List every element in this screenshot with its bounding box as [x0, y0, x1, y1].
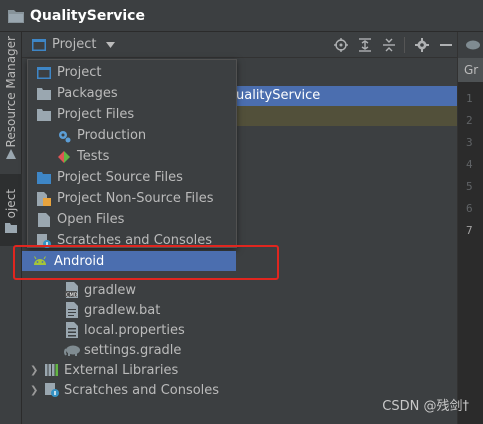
menu-item-scratches[interactable]: Scratches and Consoles	[28, 230, 236, 251]
menu-item-android[interactable]: Android	[22, 251, 236, 271]
menu-item-project-non-source-files[interactable]: Project Non-Source Files	[28, 188, 236, 209]
menu-item-label: Android	[54, 253, 105, 269]
script-file-icon: CMD	[64, 282, 80, 298]
expand-arrow-icon[interactable]: ❯	[30, 365, 40, 376]
view-selector[interactable]: Project	[32, 37, 116, 52]
editor-area: Gr 1 2 3 4 5 6 7	[457, 32, 483, 424]
scratches-icon	[44, 382, 60, 398]
tree-item-gradlew[interactable]: CMD gradlew	[64, 280, 136, 300]
scratches-icon	[36, 233, 52, 249]
editor-toolstrip	[458, 32, 483, 58]
editor-tab[interactable]: Gr	[458, 58, 483, 82]
line-number: 6	[466, 202, 473, 215]
window-titlebar: QualityService	[0, 0, 483, 32]
android-icon	[32, 253, 48, 269]
source-folder-icon	[36, 170, 52, 186]
production-gear-icon	[56, 128, 72, 144]
folder-icon	[36, 107, 52, 123]
line-number: 5	[466, 180, 473, 193]
properties-file-icon	[64, 322, 80, 338]
tree-item-label: local.properties	[84, 322, 185, 338]
gradle-elephant-icon	[64, 342, 80, 358]
line-number: 4	[466, 158, 473, 171]
window-title: QualityService	[30, 7, 145, 24]
resource-manager-icon	[0, 144, 22, 164]
menu-item-project-files[interactable]: Project Files	[28, 104, 236, 125]
tree-item-gradlew-bat[interactable]: gradlew.bat	[64, 300, 160, 320]
project-toolbar: Project	[22, 32, 457, 58]
view-dropdown-menu: Project Packages Project Files Productio…	[27, 59, 237, 248]
non-source-file-icon	[36, 191, 52, 207]
tree-item-external-libraries[interactable]: ❯ External Libraries	[30, 360, 178, 380]
expand-all-button[interactable]	[354, 34, 376, 56]
toolbar-separator	[404, 37, 405, 53]
gear-icon	[415, 38, 429, 52]
menu-item-label: Production	[77, 128, 147, 143]
menu-item-production[interactable]: Production	[28, 125, 236, 146]
locate-file-button[interactable]	[330, 34, 352, 56]
menu-item-label: Project Non-Source Files	[57, 191, 214, 206]
menu-item-project[interactable]: Project	[28, 62, 236, 83]
tree-item-settings-gradle[interactable]: settings.gradle	[64, 340, 181, 360]
tree-item-scratches[interactable]: ❯ Scratches and Consoles	[30, 380, 219, 400]
project-folder-icon	[8, 9, 24, 23]
left-tool-strip: Resource Manager Project	[0, 32, 22, 424]
packages-folder-icon	[36, 86, 52, 102]
minimize-icon	[440, 44, 452, 46]
view-selector-label: Project	[52, 37, 97, 52]
tree-item-label: settings.gradle	[84, 342, 182, 358]
tree-item-label: External Libraries	[64, 362, 179, 378]
project-view-icon	[36, 65, 52, 81]
collapse-all-icon	[383, 38, 395, 52]
crosshair-icon	[334, 38, 348, 52]
line-number: 1	[466, 92, 473, 105]
menu-item-label: Project	[57, 65, 102, 80]
menu-item-label: Tests	[77, 149, 110, 164]
collapse-all-button[interactable]	[378, 34, 400, 56]
open-files-icon	[36, 212, 52, 228]
tree-item-local-properties[interactable]: local.properties	[64, 320, 185, 340]
tab-resource-manager[interactable]: Resource Manager	[0, 36, 22, 148]
svg-text:CMD: CMD	[66, 293, 78, 299]
line-number-gutter: 1 2 3 4 5 6 7	[458, 88, 483, 242]
menu-item-label: Open Files	[57, 212, 125, 227]
line-number: 3	[466, 136, 473, 149]
line-number: 2	[466, 114, 473, 127]
menu-item-label: Packages	[57, 86, 118, 101]
gradle-elephant-icon	[466, 40, 480, 50]
menu-item-label: Scratches and Consoles	[57, 233, 213, 248]
expand-arrow-icon[interactable]: ❯	[30, 385, 40, 396]
menu-item-label: Project Source Files	[57, 170, 183, 185]
watermark: CSDN @残剑†	[382, 399, 469, 414]
menu-item-open-files[interactable]: Open Files	[28, 209, 236, 230]
line-number-current: 7	[466, 224, 473, 237]
tree-row-highlighted[interactable]	[234, 106, 457, 126]
tree-item-label: gradlew.bat	[84, 302, 161, 318]
menu-item-tests[interactable]: Tests	[28, 146, 236, 167]
project-view-icon	[32, 38, 46, 51]
expand-all-icon	[359, 38, 371, 52]
settings-button[interactable]	[411, 34, 433, 56]
tree-item-label: gradlew	[84, 282, 137, 298]
menu-item-packages[interactable]: Packages	[28, 83, 236, 104]
hide-panel-button[interactable]	[435, 34, 457, 56]
tree-item-label: Scratches and Consoles	[64, 382, 220, 398]
tab-resource-manager-label: Resource Manager	[4, 36, 18, 148]
menu-item-label: Project Files	[57, 107, 135, 122]
tests-diamond-icon	[56, 149, 72, 165]
menu-item-project-source-files[interactable]: Project Source Files	[28, 167, 236, 188]
project-tab-icon	[0, 218, 22, 238]
libraries-icon	[44, 362, 60, 378]
tree-row-selected[interactable]: ualityService	[234, 86, 457, 106]
text-file-icon	[64, 302, 80, 318]
chevron-down-icon	[106, 41, 116, 48]
